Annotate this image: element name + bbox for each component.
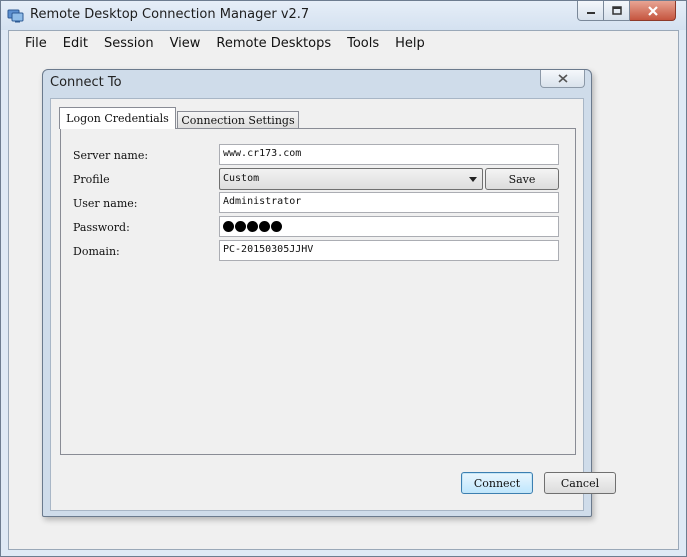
main-window: Remote Desktop Connection Manager v2.7 F… — [0, 0, 687, 557]
password-dot — [247, 221, 258, 232]
dialog-title: Connect To — [50, 75, 122, 90]
connect-to-dialog: Connect To Logon Credentials Connection … — [42, 69, 616, 517]
password-dot — [271, 221, 282, 232]
menu-remote-desktops[interactable]: Remote Desktops — [208, 33, 339, 55]
maximize-button[interactable] — [604, 1, 630, 21]
title-bar[interactable]: Remote Desktop Connection Manager v2.7 — [1, 1, 686, 30]
tab-connection-settings[interactable]: Connection Settings — [177, 111, 299, 129]
menu-view[interactable]: View — [162, 33, 209, 55]
caption-buttons — [577, 1, 676, 21]
profile-save-button[interactable]: Save — [485, 168, 559, 190]
domain-label: Domain: — [73, 245, 120, 258]
profile-selected-value: Custom — [223, 173, 260, 184]
minimize-button[interactable] — [577, 1, 604, 21]
server-name-label: Server name: — [73, 149, 149, 162]
user-name-label: User name: — [73, 197, 138, 210]
cancel-button[interactable]: Cancel — [544, 472, 616, 494]
close-button[interactable] — [630, 1, 676, 21]
close-icon — [557, 74, 568, 83]
menu-session[interactable]: Session — [96, 33, 162, 55]
dialog-body: Logon Credentials Connection Settings Se… — [50, 98, 616, 511]
minimize-icon — [586, 11, 595, 14]
password-dot — [259, 221, 270, 232]
chevron-down-icon — [469, 177, 477, 182]
maximize-icon — [611, 6, 622, 15]
dialog-close-button[interactable] — [540, 70, 585, 88]
password-dot — [235, 221, 246, 232]
profile-label: Profile — [73, 173, 110, 186]
menu-bar: File Edit Session View Remote Desktops T… — [9, 31, 678, 57]
profile-select[interactable]: Custom — [219, 168, 483, 190]
password-label: Password: — [73, 221, 130, 234]
user-name-input[interactable]: Administrator — [219, 192, 559, 213]
rdcman-app-icon[interactable] — [7, 7, 24, 23]
menu-edit[interactable]: Edit — [55, 33, 96, 55]
menu-tools[interactable]: Tools — [339, 33, 387, 55]
close-icon — [647, 5, 658, 16]
password-dot — [223, 221, 234, 232]
tab-logon-credentials[interactable]: Logon Credentials — [59, 107, 176, 129]
password-input[interactable] — [219, 216, 559, 237]
password-mask — [223, 220, 555, 232]
server-name-input[interactable]: www.cr173.com — [219, 144, 559, 165]
window-title: Remote Desktop Connection Manager v2.7 — [30, 7, 310, 22]
connect-button[interactable]: Connect — [461, 472, 533, 494]
menu-help[interactable]: Help — [387, 33, 433, 55]
logon-credentials-panel: Server name: www.cr173.com Profile Custo… — [60, 128, 576, 455]
domain-input[interactable]: PC-20150305JJHV — [219, 240, 559, 261]
menu-file[interactable]: File — [17, 33, 55, 55]
